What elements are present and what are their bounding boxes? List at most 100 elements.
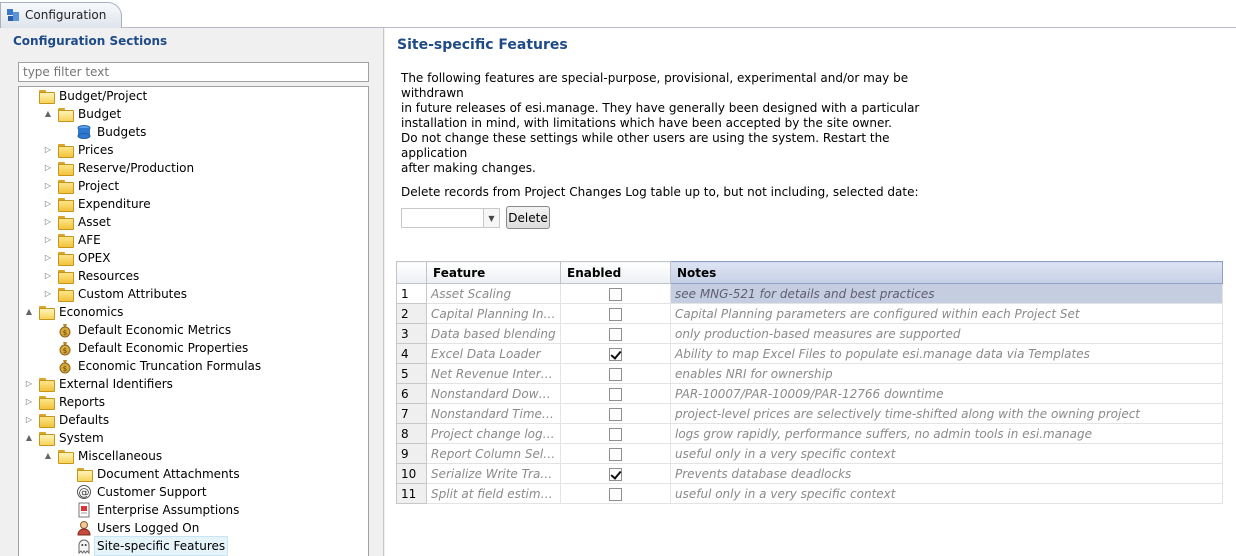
date-input[interactable] (401, 208, 484, 228)
expand-toggle-icon[interactable]: ▷ (43, 213, 53, 231)
expand-toggle-icon[interactable]: ▷ (43, 285, 53, 303)
notes-cell[interactable]: see MNG-521 for details and best practic… (670, 283, 1223, 304)
notes-cell[interactable]: Ability to map Excel Files to populate e… (670, 343, 1223, 364)
enabled-cell[interactable] (560, 443, 671, 464)
row-number[interactable]: 8 (396, 423, 427, 444)
enabled-checkbox[interactable] (609, 387, 622, 401)
tree-item[interactable]: ▷ Reports (19, 393, 368, 411)
notes-cell[interactable]: enables NRI for ownership (670, 363, 1223, 384)
filter-input[interactable] (18, 62, 369, 82)
feature-cell[interactable]: Excel Data Loader (426, 343, 561, 364)
row-number[interactable]: 6 (396, 383, 427, 404)
expand-toggle-icon[interactable]: ▷ (24, 411, 34, 429)
tree-item[interactable]: Budgets (19, 123, 368, 141)
enabled-cell[interactable] (560, 463, 671, 484)
enabled-checkbox[interactable] (609, 307, 622, 321)
expand-toggle-icon[interactable]: ▷ (43, 159, 53, 177)
tree-item[interactable]: ▲ System (19, 429, 368, 447)
enabled-checkbox[interactable] (609, 287, 622, 301)
table-row[interactable]: 2 Capital Planning Inte... Capital Plannin… (396, 303, 1223, 324)
collapse-toggle-icon[interactable]: ▲ (43, 105, 53, 123)
notes-cell[interactable]: project-level prices are selectively tim… (670, 403, 1223, 424)
row-number[interactable]: 7 (396, 403, 427, 424)
notes-cell[interactable]: only production-based measures are suppo… (670, 323, 1223, 344)
table-row[interactable]: 11 Split at field estimate useful only in … (396, 483, 1223, 504)
enabled-cell[interactable] (560, 483, 671, 504)
table-row[interactable]: 9Report Column Selecti... useful only in … (396, 443, 1223, 464)
row-number[interactable]: 10 (396, 463, 427, 484)
tree-item[interactable]: Document Attachments (19, 465, 368, 483)
enabled-checkbox[interactable] (609, 347, 622, 361)
tree-item[interactable]: ▷ Reserve/Production (19, 159, 368, 177)
row-number[interactable]: 4 (396, 343, 427, 364)
column-header-feature[interactable]: Feature (426, 261, 561, 284)
enabled-cell[interactable] (560, 383, 671, 404)
tree-item[interactable]: ▲ Miscellaneous (19, 447, 368, 465)
feature-cell[interactable]: Serialize Write Transa... (426, 463, 561, 484)
table-row[interactable]: 8 Project change logging logs grow rapidly… (396, 423, 1223, 444)
enabled-cell[interactable] (560, 403, 671, 424)
tree-item[interactable]: ▷ External Identifiers (19, 375, 368, 393)
table-row[interactable]: 5 Net Revenue Interest enables NRI for own… (396, 363, 1223, 384)
enabled-checkbox[interactable] (609, 447, 622, 461)
enabled-cell[interactable] (560, 323, 671, 344)
tree-item[interactable]: Budget/Project (19, 87, 368, 105)
tree-item[interactable]: ▷ Project (19, 177, 368, 195)
row-number[interactable]: 5 (396, 363, 427, 384)
expand-toggle-icon[interactable]: ▷ (43, 249, 53, 267)
enabled-cell[interactable] (560, 283, 671, 304)
row-number[interactable]: 1 (396, 283, 427, 304)
expand-toggle-icon[interactable]: ▷ (43, 195, 53, 213)
notes-cell[interactable]: logs grow rapidly, performance suffers, … (670, 423, 1223, 444)
row-number[interactable]: 11 (396, 483, 427, 504)
column-header-notes[interactable]: Notes (670, 261, 1223, 284)
notes-cell[interactable]: Prevents database deadlocks (670, 463, 1223, 484)
enabled-checkbox[interactable] (609, 427, 622, 441)
tree-item[interactable]: $ Default Economic Properties (19, 339, 368, 357)
feature-cell[interactable]: Nonstandard Downti... (426, 383, 561, 404)
feature-cell[interactable]: Report Column Selecti... (426, 443, 561, 464)
tree-item[interactable]: ▷ Resources (19, 267, 368, 285)
tree-item[interactable]: $ Default Economic Metrics (19, 321, 368, 339)
tree-item[interactable]: Site-specific Features (19, 536, 368, 556)
tree-item[interactable]: ▷ AFE (19, 231, 368, 249)
configuration-tree[interactable]: Budget/Project ▲ Budget Budgets ▷ Prices ▷ Rese… (18, 86, 369, 556)
feature-cell[interactable]: Capital Planning Inte... (426, 303, 561, 324)
expand-toggle-icon[interactable]: ▷ (43, 177, 53, 195)
enabled-checkbox[interactable] (609, 407, 622, 421)
enabled-checkbox[interactable] (609, 367, 622, 381)
tree-item[interactable]: ▷ Prices (19, 141, 368, 159)
chevron-down-icon[interactable]: ▼ (484, 208, 500, 228)
expand-toggle-icon[interactable]: ▷ (43, 141, 53, 159)
feature-cell[interactable]: Data based blending (426, 323, 561, 344)
tree-item[interactable]: ▷ Defaults (19, 411, 368, 429)
table-row[interactable]: 6 Nonstandard Downti... PAR-10007/PAR-1000… (396, 383, 1223, 404)
enabled-cell[interactable] (560, 303, 671, 324)
feature-cell[interactable]: Project change logging (426, 423, 561, 444)
collapse-toggle-icon[interactable]: ▲ (24, 303, 34, 321)
expand-toggle-icon[interactable]: ▷ (43, 267, 53, 285)
tree-item[interactable]: @ Customer Support (19, 483, 368, 501)
delete-button[interactable]: Delete (506, 206, 550, 229)
collapse-toggle-icon[interactable]: ▲ (43, 447, 53, 465)
tree-item[interactable]: ▲ Budget (19, 105, 368, 123)
tab-configuration[interactable]: Configuration (0, 2, 122, 28)
notes-cell[interactable]: useful only in a very specific context (670, 443, 1223, 464)
enabled-checkbox[interactable] (609, 327, 622, 341)
enabled-cell[interactable] (560, 363, 671, 384)
expand-toggle-icon[interactable]: ▷ (24, 375, 34, 393)
expand-toggle-icon[interactable]: ▷ (43, 231, 53, 249)
table-row[interactable]: 1 Asset Scaling see MNG-521 for details an… (396, 283, 1223, 304)
row-number[interactable]: 9 (396, 443, 427, 464)
enabled-checkbox[interactable] (609, 467, 622, 481)
enabled-cell[interactable] (560, 343, 671, 364)
tree-item[interactable]: Users Logged On (19, 519, 368, 537)
enabled-checkbox[interactable] (609, 487, 622, 501)
feature-cell[interactable]: Nonstandard Time-S... (426, 403, 561, 424)
tree-item[interactable]: ▷ Expenditure (19, 195, 368, 213)
table-row[interactable]: 10 Serialize Write Transa... Prevents data… (396, 463, 1223, 484)
collapse-toggle-icon[interactable]: ▲ (24, 429, 34, 447)
feature-cell[interactable]: Split at field estimate (426, 483, 561, 504)
tree-item[interactable]: $ Economic Truncation Formulas (19, 357, 368, 375)
table-row[interactable]: 4 Excel Data Loader Ability to map Excel F… (396, 343, 1223, 364)
